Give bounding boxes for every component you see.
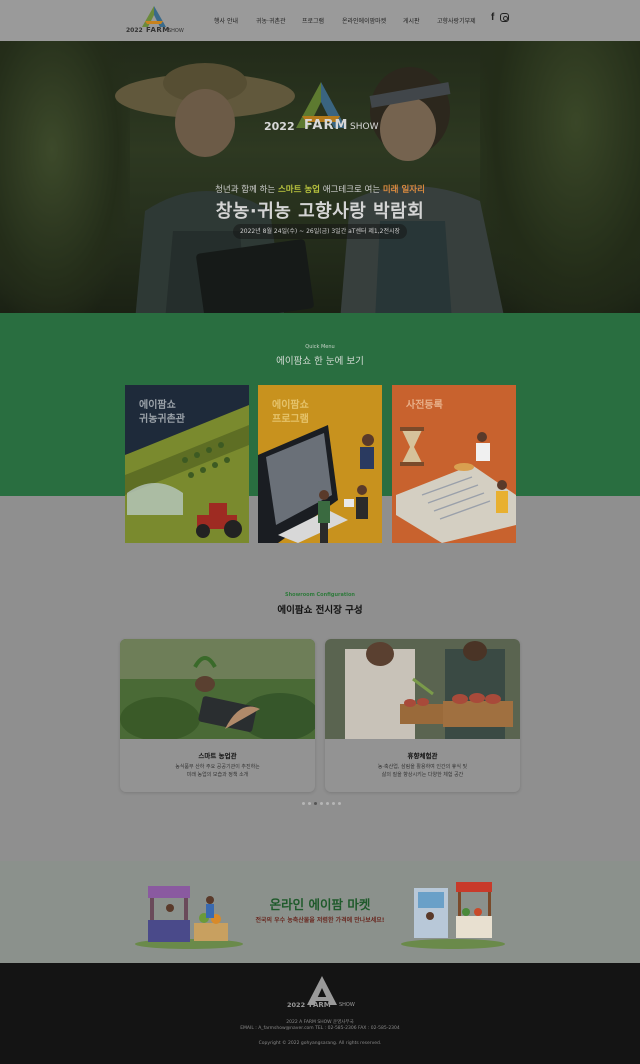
carousel-dot[interactable] [314,802,317,805]
quick-card-line: 에이팜쇼 [139,400,176,411]
carousel-dot[interactable] [326,802,329,805]
showroom-card-desc: 농식품부 산하 주요 공공기관이 추진하는미래 농업의 모습과 정책 소개 [120,763,315,779]
showroom-eyebrow: Showroom Configuration [285,592,355,598]
nav-item-program[interactable]: 프로그램 [302,16,324,25]
smart-farming-photo [120,639,315,739]
hero-subtitle-highlight-future-jobs: 미래 일자리 [382,185,425,195]
quick-card-return-farm[interactable]: 에이팜쇼귀농귀촌관 [125,385,249,543]
quick-card-title: 에이팜쇼프로그램 [272,399,309,427]
quick-card-line: 프로그램 [272,414,309,425]
market-stall-right-illustration [401,882,505,949]
footer-logo-name: FARM [309,1001,331,1009]
carousel-dot[interactable] [308,802,311,805]
footer-copyright: Copyright © 2022 gohyangsarang. All righ… [258,1041,382,1046]
carousel-dot[interactable] [338,802,341,805]
showroom-title: 에이팜쇼 전시장 구성 [277,605,363,616]
showroom-desc-line: 미래 농업의 모습과 정책 소개 [186,772,249,778]
hero-subtitle-part: 청년과 함께 하는 [215,185,278,195]
market-banner-title: 온라인 에이팜 마켓 [269,897,371,912]
quick-menu-eyebrow: Quick Menu [305,344,335,350]
facebook-icon[interactable]: f [491,13,494,23]
quick-card-pre-registration[interactable]: 사전등록 [392,385,516,543]
hero-logo: 2022 FARM SHOW [262,80,382,136]
logo-show: SHOW [168,28,184,34]
market-banner-subtitle: 전국의 우수 농축산물을 저렴한 가격에 만나보세요! [255,917,385,924]
rest-experience-photo [325,639,520,739]
nav-item-return-farm[interactable]: 귀농·귀촌관 [256,16,286,25]
content-background [0,496,640,861]
carousel-dot[interactable] [302,802,305,805]
hero-subtitle-highlight-smart-farming: 스마트 농업 [277,185,320,195]
hero-subtitle: 청년과 함께 하는 스마트 농업 애그테크로 여는 미래 일자리 [0,183,640,195]
showroom-card-rest-experience[interactable]: 휴향체험관 농·축산업, 삼림을 활용하여 인간의 휴식 및삶의 질을 향상시키… [325,639,520,792]
carousel-dot[interactable] [332,802,335,805]
showroom-desc-line: 농·축산업, 삼림을 활용하여 인간의 휴식 및 [377,764,468,770]
quick-card-line: 사전등록 [406,400,443,411]
nav-item-hometown-donation[interactable]: 고향사랑기부제 [437,16,476,25]
carousel-dots [302,802,341,805]
showroom-desc-line: 농식품부 산하 주요 공공기관이 추진하는 [175,764,260,770]
hero-date-badge: 2022년 8월 24일(수) ~ 26일(금) 3일간 aT센터 제1,2전시… [233,224,407,239]
logo-year: 2022 [126,27,143,34]
quick-card-title: 사전등록 [406,399,443,413]
quick-card-title: 에이팜쇼귀농귀촌관 [139,399,185,427]
nav-item-board[interactable]: 게시판 [403,16,420,25]
quick-card-line: 귀농귀촌관 [139,414,185,425]
hero-logo-year: 2022 [264,120,295,133]
showroom-card-name: 스마트 농업관 [198,752,237,760]
quick-card-program[interactable]: 에이팜쇼프로그램 [258,385,382,543]
hero-subtitle-part: 애그테크로 여는 [320,185,383,195]
quick-card-line: 에이팜쇼 [272,400,309,411]
carousel-dot[interactable] [320,802,323,805]
showroom-card-desc: 농·축산업, 삼림을 활용하여 인간의 휴식 및삶의 질을 향상시키는 다양한 … [325,763,520,779]
hero-logo-show: SHOW [350,122,379,132]
showroom-card-smart-farming[interactable]: 스마트 농업관 농식품부 산하 주요 공공기관이 추진하는미래 농업의 모습과 … [120,639,315,792]
hero-title: 창농·귀농 고향사랑 박람회 [215,201,425,222]
footer-contact: EMAIL : A_farmshow@naver.com TEL : 02-58… [240,1026,400,1031]
footer-org: 2022 A FARM SHOW 운영사무국 [286,1020,354,1025]
nav-item-event-info[interactable]: 행사 안내 [214,16,238,25]
market-stall-left-illustration [135,886,243,949]
logo-name: FARM [146,26,170,34]
site-logo[interactable]: 2022 FARM SHOW [124,5,186,37]
footer-logo-year: 2022 [287,1001,306,1009]
instagram-icon[interactable] [500,13,510,22]
site-header: 2022 FARM SHOW 행사 안내 귀농·귀촌관 프로그램 온라인에이팜마… [0,0,640,41]
footer-logo: 2022 FARM SHOW [287,975,357,1011]
quick-menu-title: 에이팜쇼 한 눈에 보기 [276,356,364,367]
social-links: f [491,13,510,23]
footer-logo-show: SHOW [339,1002,355,1008]
nav-item-online-market[interactable]: 온라인에이팜마켓 [342,16,386,25]
showroom-card-name: 휴향체험관 [407,752,438,760]
showroom-desc-line: 삶의 질을 향상시키는 다양한 체험 공간 [381,772,464,778]
hero-logo-name: FARM [304,118,349,133]
